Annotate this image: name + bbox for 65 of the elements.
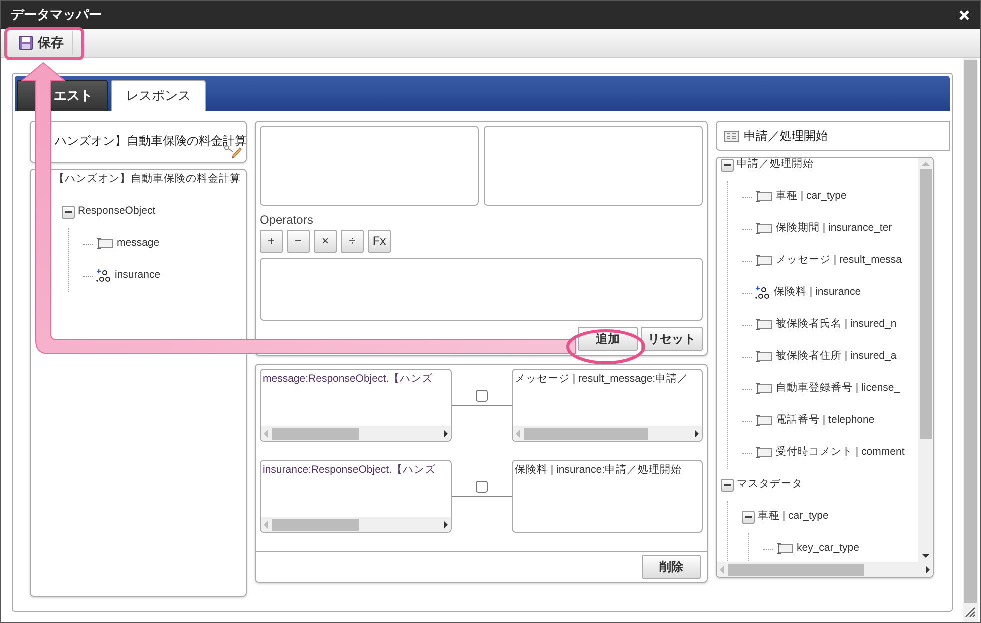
text-field-icon	[755, 382, 773, 396]
operator-button[interactable]: ×	[314, 230, 337, 253]
text-field-icon	[755, 190, 773, 204]
collapse-toggle[interactable]	[62, 206, 75, 218]
collapse-toggle[interactable]	[742, 510, 755, 524]
text-field-icon	[755, 350, 773, 364]
tree-node-label[interactable]: 車種 | car_type	[758, 509, 829, 525]
form-icon	[724, 130, 739, 142]
mapping-checkbox[interactable]	[476, 390, 488, 402]
horizontal-scrollbar[interactable]	[261, 517, 451, 532]
mapping-source-text: insurance:ResponseObject.【ハンズ	[262, 463, 437, 478]
tree-node-label[interactable]: 車種 | car_type	[776, 189, 847, 205]
mapping-checkbox[interactable]	[476, 481, 488, 493]
mapping-source-box[interactable]: insurance:ResponseObject.【ハンズ	[260, 460, 452, 533]
tree-node-label[interactable]: 電話番号 | telephone	[776, 413, 875, 429]
tree-node-label[interactable]: 受付時コメント | comment	[776, 445, 905, 461]
text-field-icon	[755, 414, 773, 428]
text-field-icon	[755, 318, 773, 332]
horizontal-scrollbar[interactable]	[261, 426, 451, 441]
window-title: データマッパー	[11, 6, 102, 24]
number-field-icon	[96, 269, 112, 283]
mapping-source-box[interactable]: message:ResponseObject.【ハンズ	[260, 369, 452, 442]
mapping-source-text: message:ResponseObject.【ハンズ	[262, 372, 434, 387]
horizontal-scrollbar[interactable]	[717, 562, 933, 577]
tree-node-label[interactable]: message	[117, 236, 160, 252]
tree-node-label[interactable]: ResponseObject	[78, 204, 156, 220]
resize-grip-icon[interactable]	[964, 606, 976, 618]
mapping-target-text: メッセージ | result_message:申請／	[514, 372, 690, 387]
tree-node-label[interactable]: 自動車登録番号 | license_	[776, 381, 900, 397]
tree-node-label[interactable]: insurance	[115, 268, 161, 284]
tree-node-label[interactable]: 被保険者住所 | insured_a	[776, 349, 897, 365]
mapping-target-box[interactable]: メッセージ | result_message:申請／	[512, 369, 703, 442]
text-field-icon	[755, 222, 773, 236]
close-icon[interactable]	[959, 10, 970, 20]
reset-button[interactable]: リセット	[641, 327, 703, 351]
mapping-target-box[interactable]: 保険料 | insurance:申請／処理開始	[512, 460, 703, 533]
tree-node-label[interactable]: 【ハンズオン】自動車保険の料金計算	[54, 172, 241, 188]
operator-button[interactable]: +	[260, 230, 283, 253]
horizontal-scrollbar[interactable]	[513, 426, 702, 441]
operator-button[interactable]: ÷	[341, 230, 364, 253]
save-button[interactable]: 保存	[11, 31, 73, 55]
operators-label: Operators	[260, 212, 314, 229]
operator-button[interactable]: −	[287, 230, 310, 253]
text-field-icon	[96, 237, 114, 251]
tab[interactable]: レスポンス	[111, 80, 206, 111]
text-field-icon	[755, 446, 773, 460]
tree-node-label[interactable]: 申請／処理開始	[737, 158, 814, 173]
target-title: 申請／処理開始	[744, 128, 828, 145]
tree-node-label[interactable]: 保険期間 | insurance_ter	[776, 221, 892, 237]
operator-button[interactable]: Fx	[368, 230, 391, 253]
tree-node-label[interactable]: key_car_type	[797, 541, 860, 557]
expression-field[interactable]	[260, 258, 703, 321]
collapse-toggle[interactable]	[721, 478, 734, 492]
text-field-icon	[776, 542, 794, 556]
text-field-icon	[755, 254, 773, 268]
number-field-icon	[755, 286, 771, 300]
window-scrollbar[interactable]	[963, 58, 978, 622]
source-title: ハンズオン】自動車保険の料金計算	[55, 134, 247, 148]
tree-node-label[interactable]: マスタデータ	[737, 477, 803, 493]
collapse-toggle[interactable]	[721, 158, 734, 172]
tree-node-label[interactable]: 被保険者氏名 | insured_n	[776, 317, 897, 333]
tree-node-label[interactable]: 保険料 | insurance	[774, 285, 862, 301]
delete-button[interactable]: 削除	[642, 555, 701, 579]
tree-node-label[interactable]: メッセージ | result_messa	[776, 253, 902, 269]
vertical-scrollbar[interactable]	[918, 158, 933, 562]
